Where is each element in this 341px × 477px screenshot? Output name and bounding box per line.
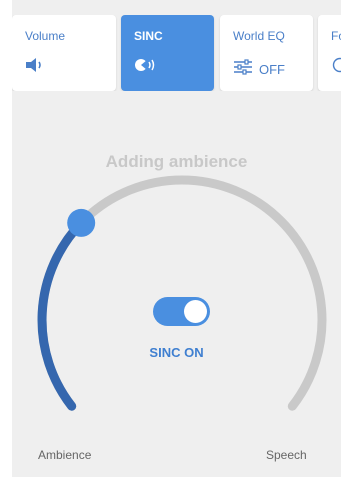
ambience-dial[interactable] — [0, 0, 341, 477]
sinc-toggle[interactable] — [153, 297, 210, 326]
sinc-status: SINC ON — [149, 345, 204, 360]
speech-label: Speech — [266, 448, 307, 462]
dial-fill — [37, 218, 86, 411]
dial-handle[interactable] — [67, 208, 96, 237]
ambience-label: Ambience — [38, 448, 92, 462]
sinc-toggle-knob — [184, 300, 207, 323]
